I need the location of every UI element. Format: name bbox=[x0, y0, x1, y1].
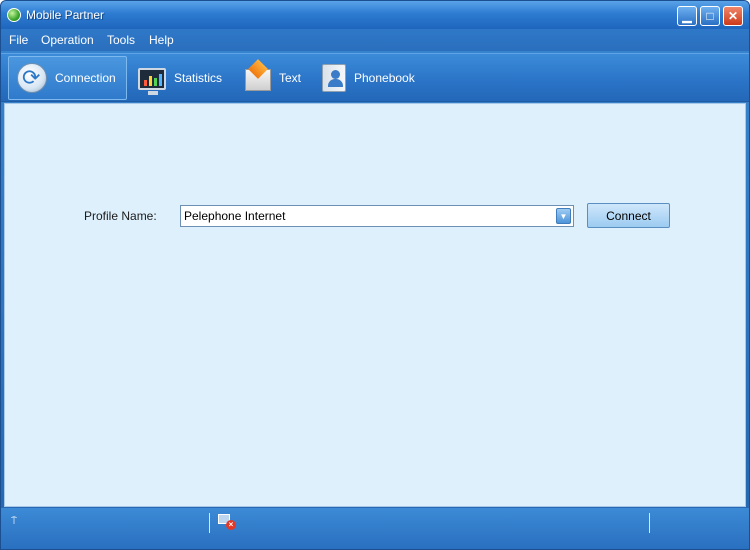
monitor-chart-icon bbox=[138, 68, 166, 95]
status-divider bbox=[209, 513, 210, 533]
tool-connection[interactable]: Connection bbox=[8, 56, 127, 100]
tool-statistics[interactable]: Statistics bbox=[130, 56, 236, 100]
tool-connection-label: Connection bbox=[55, 71, 116, 85]
network-disconnected-icon: × bbox=[218, 514, 236, 530]
window-title: Mobile Partner bbox=[26, 8, 105, 22]
signal-strength-icon: ⍑ bbox=[11, 516, 17, 527]
profile-name-select[interactable]: Pelephone Internet ▼ bbox=[180, 205, 574, 227]
tool-text[interactable]: Text bbox=[237, 56, 313, 100]
title-bar[interactable]: Mobile Partner ▁ □ ✕ bbox=[1, 1, 749, 29]
toolbar: Connection Statistics Text Phonebook bbox=[1, 53, 749, 102]
menu-bar: File Operation Tools Help bbox=[1, 29, 749, 51]
envelope-icon bbox=[245, 69, 271, 91]
app-window: Mobile Partner ▁ □ ✕ File Operation Tool… bbox=[0, 0, 750, 550]
status-divider bbox=[649, 513, 650, 533]
connection-panel: Profile Name: Pelephone Internet ▼ Conne… bbox=[4, 103, 746, 507]
tool-statistics-label: Statistics bbox=[174, 71, 223, 85]
dropdown-arrow-icon[interactable]: ▼ bbox=[556, 208, 571, 224]
connect-button[interactable]: Connect bbox=[587, 203, 670, 228]
tool-phonebook-label: Phonebook bbox=[354, 71, 415, 85]
tool-text-label: Text bbox=[279, 71, 302, 85]
close-button[interactable]: ✕ bbox=[723, 6, 743, 26]
minimize-button[interactable]: ▁ bbox=[677, 6, 697, 26]
menu-file[interactable]: File bbox=[9, 33, 28, 47]
status-bar: ⍑ × bbox=[1, 508, 749, 549]
profile-name-value: Pelephone Internet bbox=[184, 209, 286, 223]
menu-help[interactable]: Help bbox=[149, 33, 174, 47]
app-logo-icon bbox=[7, 8, 21, 22]
tool-phonebook[interactable]: Phonebook bbox=[314, 56, 434, 100]
contacts-book-icon bbox=[322, 64, 346, 92]
menu-operation[interactable]: Operation bbox=[41, 33, 94, 47]
connection-icon bbox=[17, 63, 47, 93]
profile-name-label: Profile Name: bbox=[84, 209, 157, 223]
maximize-button[interactable]: □ bbox=[700, 6, 720, 26]
menu-tools[interactable]: Tools bbox=[107, 33, 135, 47]
